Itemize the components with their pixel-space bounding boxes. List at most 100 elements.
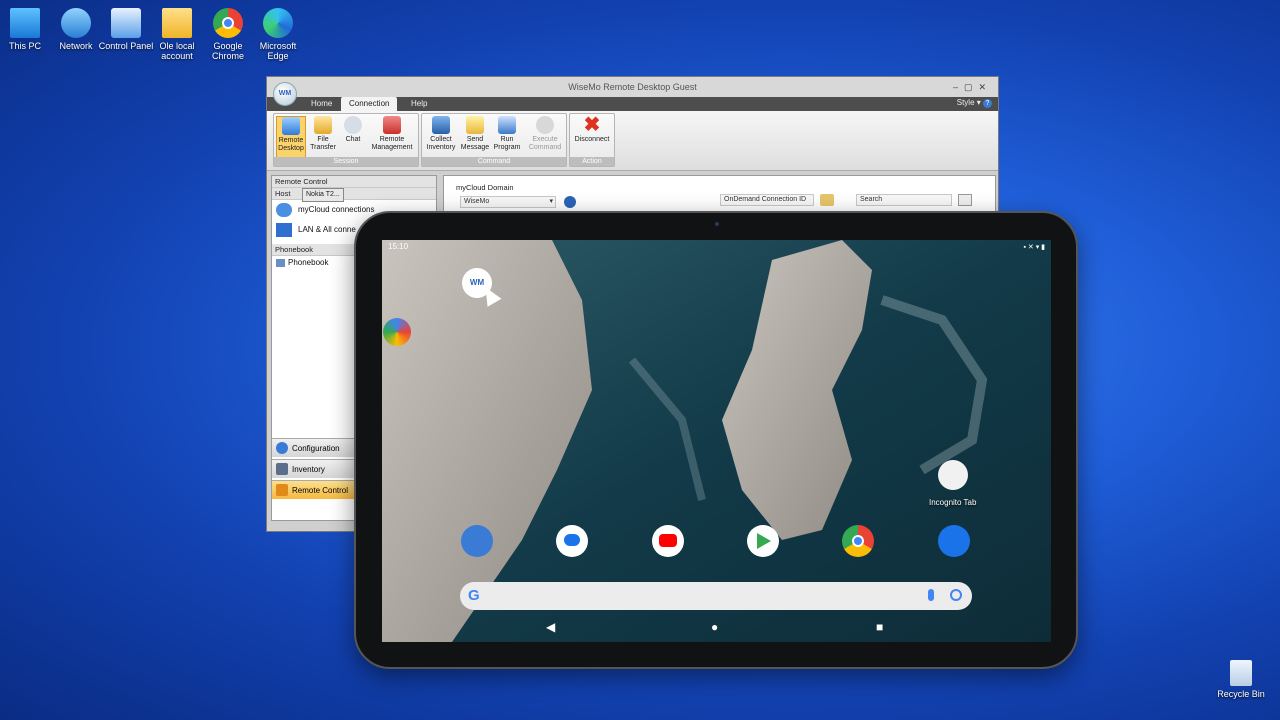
- tablet-screen[interactable]: 15:10 ▪ ✕ ▾ ▮ WM Incognito Tab G ◀ ● ■: [382, 240, 1051, 642]
- remote-control-icon: [276, 484, 288, 496]
- assistant-app-icon[interactable]: [383, 318, 411, 346]
- lan-icon: [276, 223, 292, 237]
- ribbon-group-label: Session: [274, 157, 418, 166]
- status-time: 15:10: [388, 242, 409, 251]
- network-icon: [61, 8, 91, 38]
- remote-management-button[interactable]: Remote Management: [368, 116, 416, 152]
- ondemand-label: OnDemand Connection ID: [724, 196, 807, 203]
- ribbon-group-label: Action: [570, 157, 614, 166]
- chat-icon: [344, 116, 362, 134]
- help-icon[interactable]: ?: [983, 99, 992, 108]
- desktop-icon-chrome[interactable]: Google Chrome: [200, 2, 256, 61]
- tree-item-label: LAN & All conne: [298, 225, 356, 234]
- remote-desktop-icon: [282, 117, 300, 135]
- chrome-center-icon: [852, 535, 864, 547]
- pencil-icon[interactable]: [820, 194, 834, 206]
- inventory-icon: [276, 463, 288, 475]
- youtube-app-icon[interactable]: [652, 525, 684, 557]
- back-nav-icon[interactable]: ◀: [546, 620, 555, 634]
- chrome-icon: [213, 8, 243, 38]
- file-transfer-button[interactable]: File Transfer: [308, 116, 338, 152]
- remote-desktop-button[interactable]: Remote Desktop: [276, 116, 306, 160]
- desktop-icon-label: Recycle Bin: [1217, 689, 1265, 699]
- ondemand-connection-id-field[interactable]: OnDemand Connection ID: [720, 194, 814, 206]
- home-nav-icon[interactable]: ●: [711, 620, 718, 634]
- button-label: Remote Desktop: [278, 137, 304, 152]
- host-label: Host: [275, 189, 291, 198]
- globe-icon[interactable]: [564, 196, 576, 208]
- window-controls[interactable]: –▢✕: [953, 77, 992, 97]
- desktop-icon-control-panel[interactable]: Control Panel: [98, 2, 154, 51]
- google-search-bar[interactable]: G: [460, 582, 972, 610]
- button-label: Send Message: [460, 136, 490, 151]
- status-bar: 15:10: [388, 242, 408, 251]
- desktop-icon-this-pc[interactable]: This PC: [0, 2, 53, 51]
- nav-label: Configuration: [292, 444, 340, 453]
- control-panel-icon: [111, 8, 141, 38]
- style-label: Style: [956, 98, 975, 107]
- play-icon: [659, 534, 677, 547]
- camera-app-icon[interactable]: [938, 525, 970, 557]
- send-message-button[interactable]: Send Message: [460, 116, 490, 152]
- desktop-icon-label: Google Chrome: [211, 41, 244, 61]
- ribbon-group-action: ✖ Disconnect Action: [569, 113, 615, 167]
- tree-item-label: Phonebook: [288, 258, 329, 267]
- button-label: Chat: [345, 136, 361, 143]
- style-menu[interactable]: Style ▾ ?: [957, 98, 992, 108]
- window-titlebar[interactable]: WiseMo Remote Desktop Guest –▢✕: [267, 77, 998, 97]
- button-label: Disconnect: [574, 136, 610, 143]
- lens-icon[interactable]: [950, 589, 962, 601]
- app-menu-orb[interactable]: WM: [273, 82, 297, 106]
- ribbon: Remote Desktop File Transfer Chat Remote…: [267, 111, 998, 171]
- domain-value: WiseMo: [464, 198, 490, 205]
- collect-inventory-button[interactable]: Collect Inventory: [424, 116, 458, 152]
- tab-connection[interactable]: Connection: [341, 97, 398, 111]
- wrench-icon: [383, 116, 401, 134]
- button-label: Collect Inventory: [426, 136, 456, 151]
- incognito-tab-icon[interactable]: [938, 460, 968, 490]
- desktop-icon-edge[interactable]: Microsoft Edge: [250, 2, 306, 61]
- run-program-button[interactable]: Run Program: [492, 116, 522, 152]
- host-header: Host Nokia T2...: [272, 188, 436, 202]
- search-input[interactable]: Search: [856, 194, 952, 206]
- tree-item-label: myCloud connections: [298, 205, 375, 214]
- domain-select[interactable]: WiseMo ▾: [460, 196, 556, 208]
- desktop-icon-network[interactable]: Network: [48, 2, 104, 51]
- desktop-icon-recycle-bin[interactable]: Recycle Bin: [1216, 656, 1266, 699]
- status-icons: ▪ ✕ ▾ ▮: [1023, 244, 1045, 251]
- disconnect-x-icon: ✖: [583, 114, 601, 136]
- nav-label: Remote Control: [292, 486, 349, 495]
- desktop-icon-label: Network: [59, 41, 93, 51]
- desktop-icon-ole-account[interactable]: Ole local account: [149, 2, 205, 61]
- desktop-icon-label: Ole local account: [159, 41, 195, 61]
- settings-app-icon[interactable]: [461, 525, 493, 557]
- tablet-device: 15:10 ▪ ✕ ▾ ▮ WM Incognito Tab G ◀ ● ■: [354, 211, 1078, 669]
- desktop-icon-label: Microsoft Edge: [259, 41, 297, 61]
- chat-button[interactable]: Chat: [340, 116, 366, 144]
- run-program-icon: [498, 116, 516, 134]
- recents-nav-icon[interactable]: ■: [876, 620, 883, 634]
- search-placeholder: Search: [860, 196, 883, 203]
- nav-label: Inventory: [292, 465, 325, 474]
- play-store-app-icon[interactable]: [747, 525, 779, 557]
- button-label: Remote Management: [371, 136, 413, 151]
- keyboard-icon[interactable]: [958, 194, 972, 206]
- ribbon-group-label: Command: [422, 157, 566, 166]
- window-title: WiseMo Remote Desktop Guest: [568, 82, 697, 92]
- edge-icon: [263, 8, 293, 38]
- tab-help[interactable]: Help: [403, 97, 435, 111]
- desktop-icon-label: Control Panel: [98, 41, 154, 51]
- play-store-triangle-icon: [757, 533, 771, 549]
- tab-home[interactable]: Home: [303, 97, 340, 111]
- messages-app-icon[interactable]: [556, 525, 588, 557]
- folder-icon: [314, 116, 332, 134]
- button-label: Execute Command: [528, 136, 562, 151]
- disconnect-button[interactable]: ✖ Disconnect: [572, 114, 612, 144]
- execute-command-button[interactable]: Execute Command: [524, 116, 566, 152]
- microphone-icon[interactable]: [928, 589, 934, 601]
- message-icon: [466, 116, 484, 134]
- gear-icon: [536, 116, 554, 134]
- chrome-app-icon[interactable]: [842, 525, 874, 557]
- inventory-icon: [432, 116, 450, 134]
- chat-bubble-icon: [564, 534, 580, 546]
